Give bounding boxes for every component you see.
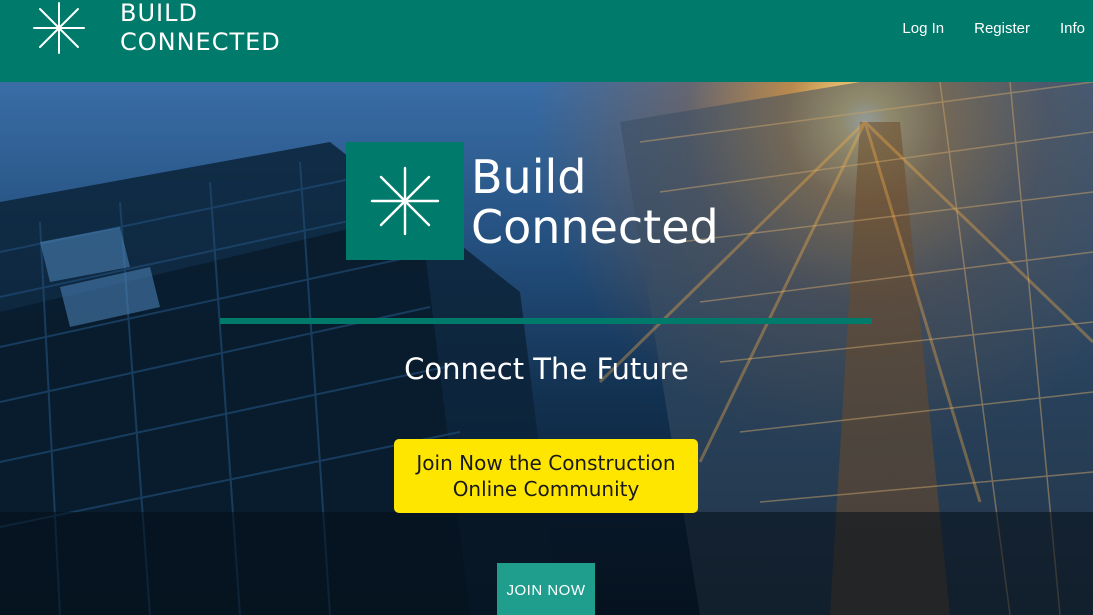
nav-register-link[interactable]: Register (974, 20, 1030, 37)
brand-line-2: CONNECTED (120, 28, 281, 56)
hero-tagline: Connect The Future (404, 352, 689, 386)
cta-line-2: Online Community (452, 477, 640, 501)
top-nav-bar: BUILD CONNECTED Log In Register Info (0, 0, 1093, 82)
cta-line-1: Join Now the Construction (416, 451, 676, 475)
hero-section: Build Connected Connect The Future Join … (0, 82, 1093, 615)
join-community-button[interactable]: Join Now the Construction Online Communi… (394, 439, 698, 513)
join-now-button[interactable]: JOIN NOW (497, 563, 595, 615)
brand-line-1: BUILD (120, 0, 198, 27)
brand-wordmark: BUILD CONNECTED (120, 0, 281, 57)
main-nav: Log In Register Info (902, 20, 1085, 37)
hero-logo-line-1: Build (471, 150, 587, 204)
hero-logo-wordmark: Build Connected (471, 152, 719, 252)
brand-logo-link[interactable]: BUILD CONNECTED (32, 0, 281, 60)
hero-logo-mark (346, 142, 464, 260)
asterisk-star-icon (33, 2, 85, 54)
nav-login-link[interactable]: Log In (902, 20, 944, 37)
asterisk-star-icon (370, 166, 440, 236)
nav-info-link[interactable]: Info (1060, 20, 1085, 37)
hero-divider (220, 318, 872, 324)
hero-logo-line-2: Connected (471, 200, 719, 254)
